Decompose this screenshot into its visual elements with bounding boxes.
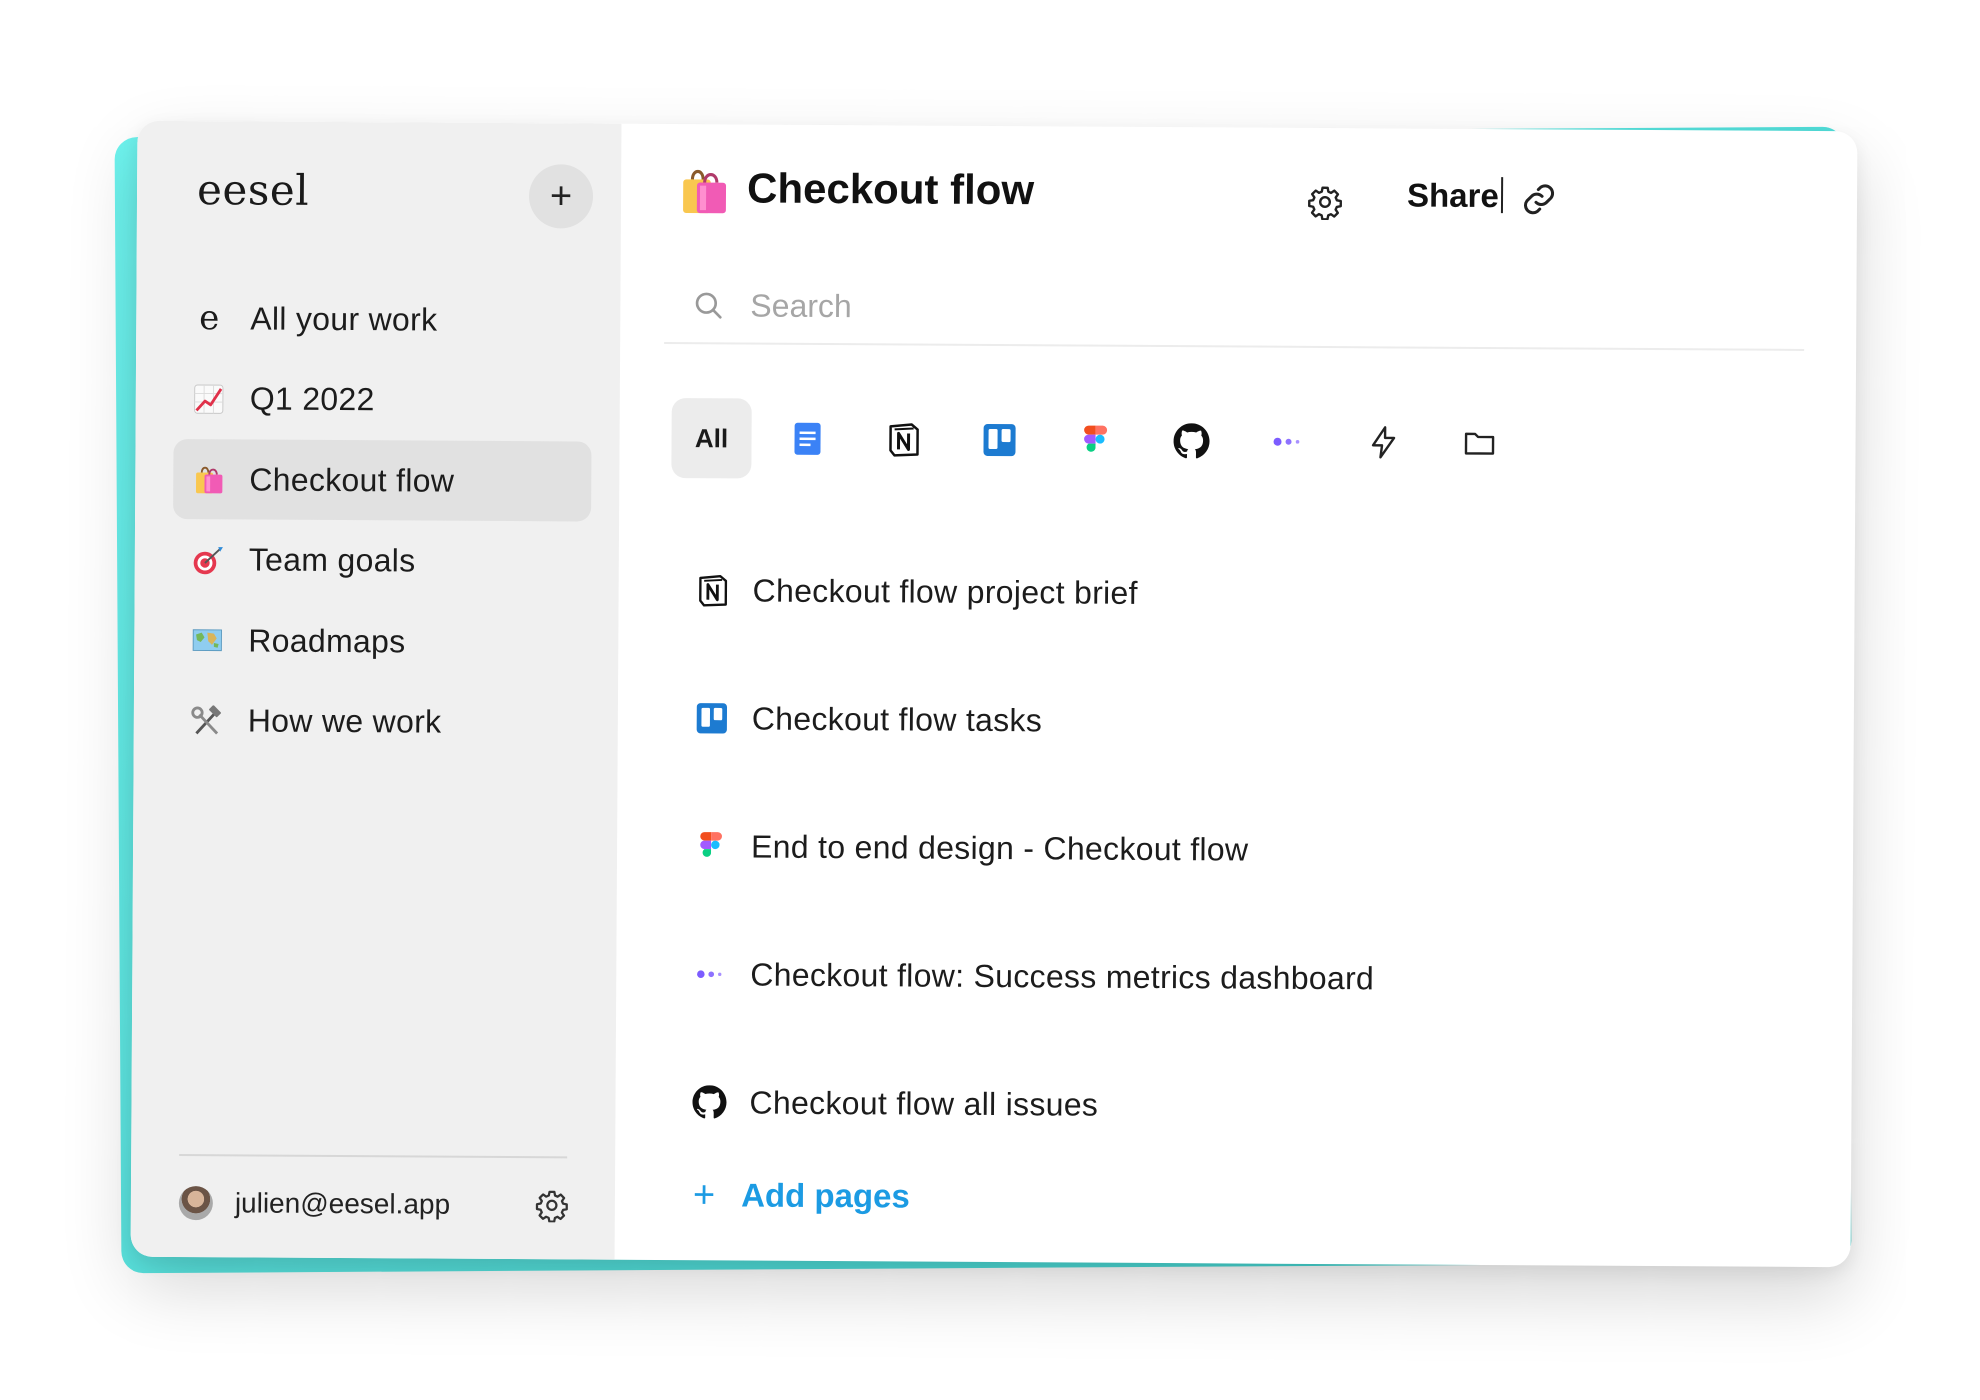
add-collection-button[interactable]: + [528,164,594,229]
gear-icon[interactable] [535,1188,569,1223]
shopping-bags-icon [191,462,225,496]
notion-icon [695,572,731,608]
screenshot-stage: eesel + e All your work Q1 2022 Checkout… [0,0,1980,1400]
sidebar-item-label: How we work [247,702,442,741]
figma-icon [693,828,729,864]
sidebar-nav: e All your work Q1 2022 Checkout flow Te… [172,278,593,764]
chart-increasing-icon [192,382,226,416]
app-logo: eesel [196,165,310,215]
figma-icon [1084,425,1108,452]
filter-folder[interactable] [1439,403,1519,483]
direct-hit-icon [191,543,225,577]
share-button[interactable]: Share [1407,177,1499,216]
notion-icon [889,423,919,457]
sidebar-item-label: All your work [250,299,438,338]
search-input[interactable] [750,287,1651,330]
add-pages-button[interactable]: + Add pages [692,1174,910,1217]
filter-google-docs[interactable] [767,399,847,479]
trello-icon [983,423,1016,457]
sidebar-item-team-goals[interactable]: Team goals [173,520,591,603]
main-panel: Checkout flow Share All [615,124,1858,1268]
search-bar [664,267,1805,351]
sidebar-divider [179,1154,568,1159]
app-window: eesel + e All your work Q1 2022 Checkout… [130,120,1858,1268]
eesel-e-icon: e [199,298,220,339]
add-pages-label: Add pages [741,1176,910,1215]
shopping-bags-icon [683,169,727,214]
google-docs-icon [794,422,821,455]
filter-figma[interactable] [1055,400,1135,480]
list-item[interactable]: Checkout flow tasks [693,654,1694,788]
plus-icon: + [692,1174,716,1217]
link-icon[interactable] [1521,181,1557,217]
github-icon [691,1084,727,1120]
list-item[interactable]: Checkout flow: Success metrics dashboard [692,910,1693,1044]
source-filter-bar: All [671,398,1535,483]
gear-icon[interactable] [1307,184,1343,221]
avatar[interactable] [178,1186,213,1221]
dots-app-icon [1273,437,1300,446]
page-title: Checkout flow [746,164,1035,214]
sidebar-item-label: Roadmaps [248,622,406,660]
list-item-title: Checkout flow tasks [751,700,1043,738]
filter-dots-app[interactable] [1247,402,1327,482]
list-item[interactable]: Checkout flow all issues [691,1038,1692,1172]
share-divider [1500,177,1504,214]
filter-lightning[interactable] [1343,402,1423,482]
list-item[interactable]: Checkout flow project brief [694,526,1695,660]
list-item-title: Checkout flow: Success metrics dashboard [750,956,1375,996]
user-account-row[interactable]: julien@eesel.app [178,1173,569,1235]
filter-all[interactable]: All [671,398,752,479]
user-email: julien@eesel.app [234,1187,451,1220]
filter-notion[interactable] [863,399,943,479]
sidebar-item-checkout-flow[interactable]: Checkout flow [173,439,592,522]
folder-icon [1464,432,1495,455]
list-item-title: End to end design - Checkout flow [750,828,1249,868]
lightning-icon [1371,426,1396,459]
list-item[interactable]: End to end design - Checkout flow [693,782,1694,916]
results-list: Checkout flow project brief Checkout flo… [691,526,1695,1172]
filter-github[interactable] [1151,401,1231,481]
sidebar-item-roadmaps[interactable]: Roadmaps [172,600,590,683]
search-icon [695,292,722,319]
sidebar-item-how-we-work[interactable]: How we work [172,681,590,764]
github-icon [1173,423,1210,459]
sidebar: eesel + e All your work Q1 2022 Checkout… [130,120,622,1260]
list-item-title: Checkout flow all issues [749,1084,1099,1123]
sidebar-item-label: Checkout flow [249,461,455,499]
sidebar-item-label: Team goals [248,541,416,579]
list-item-title: Checkout flow project brief [752,572,1138,611]
sidebar-item-all-your-work[interactable]: e All your work [174,278,592,361]
dots-app-icon [692,956,728,992]
filter-trello[interactable] [959,400,1039,480]
hammer-and-wrench-icon [190,704,224,738]
filter-all-label: All [694,422,729,453]
trello-icon [694,700,730,736]
sidebar-item-q1-2022[interactable]: Q1 2022 [174,359,592,442]
sidebar-item-label: Q1 2022 [249,380,375,418]
world-map-icon [190,623,224,657]
